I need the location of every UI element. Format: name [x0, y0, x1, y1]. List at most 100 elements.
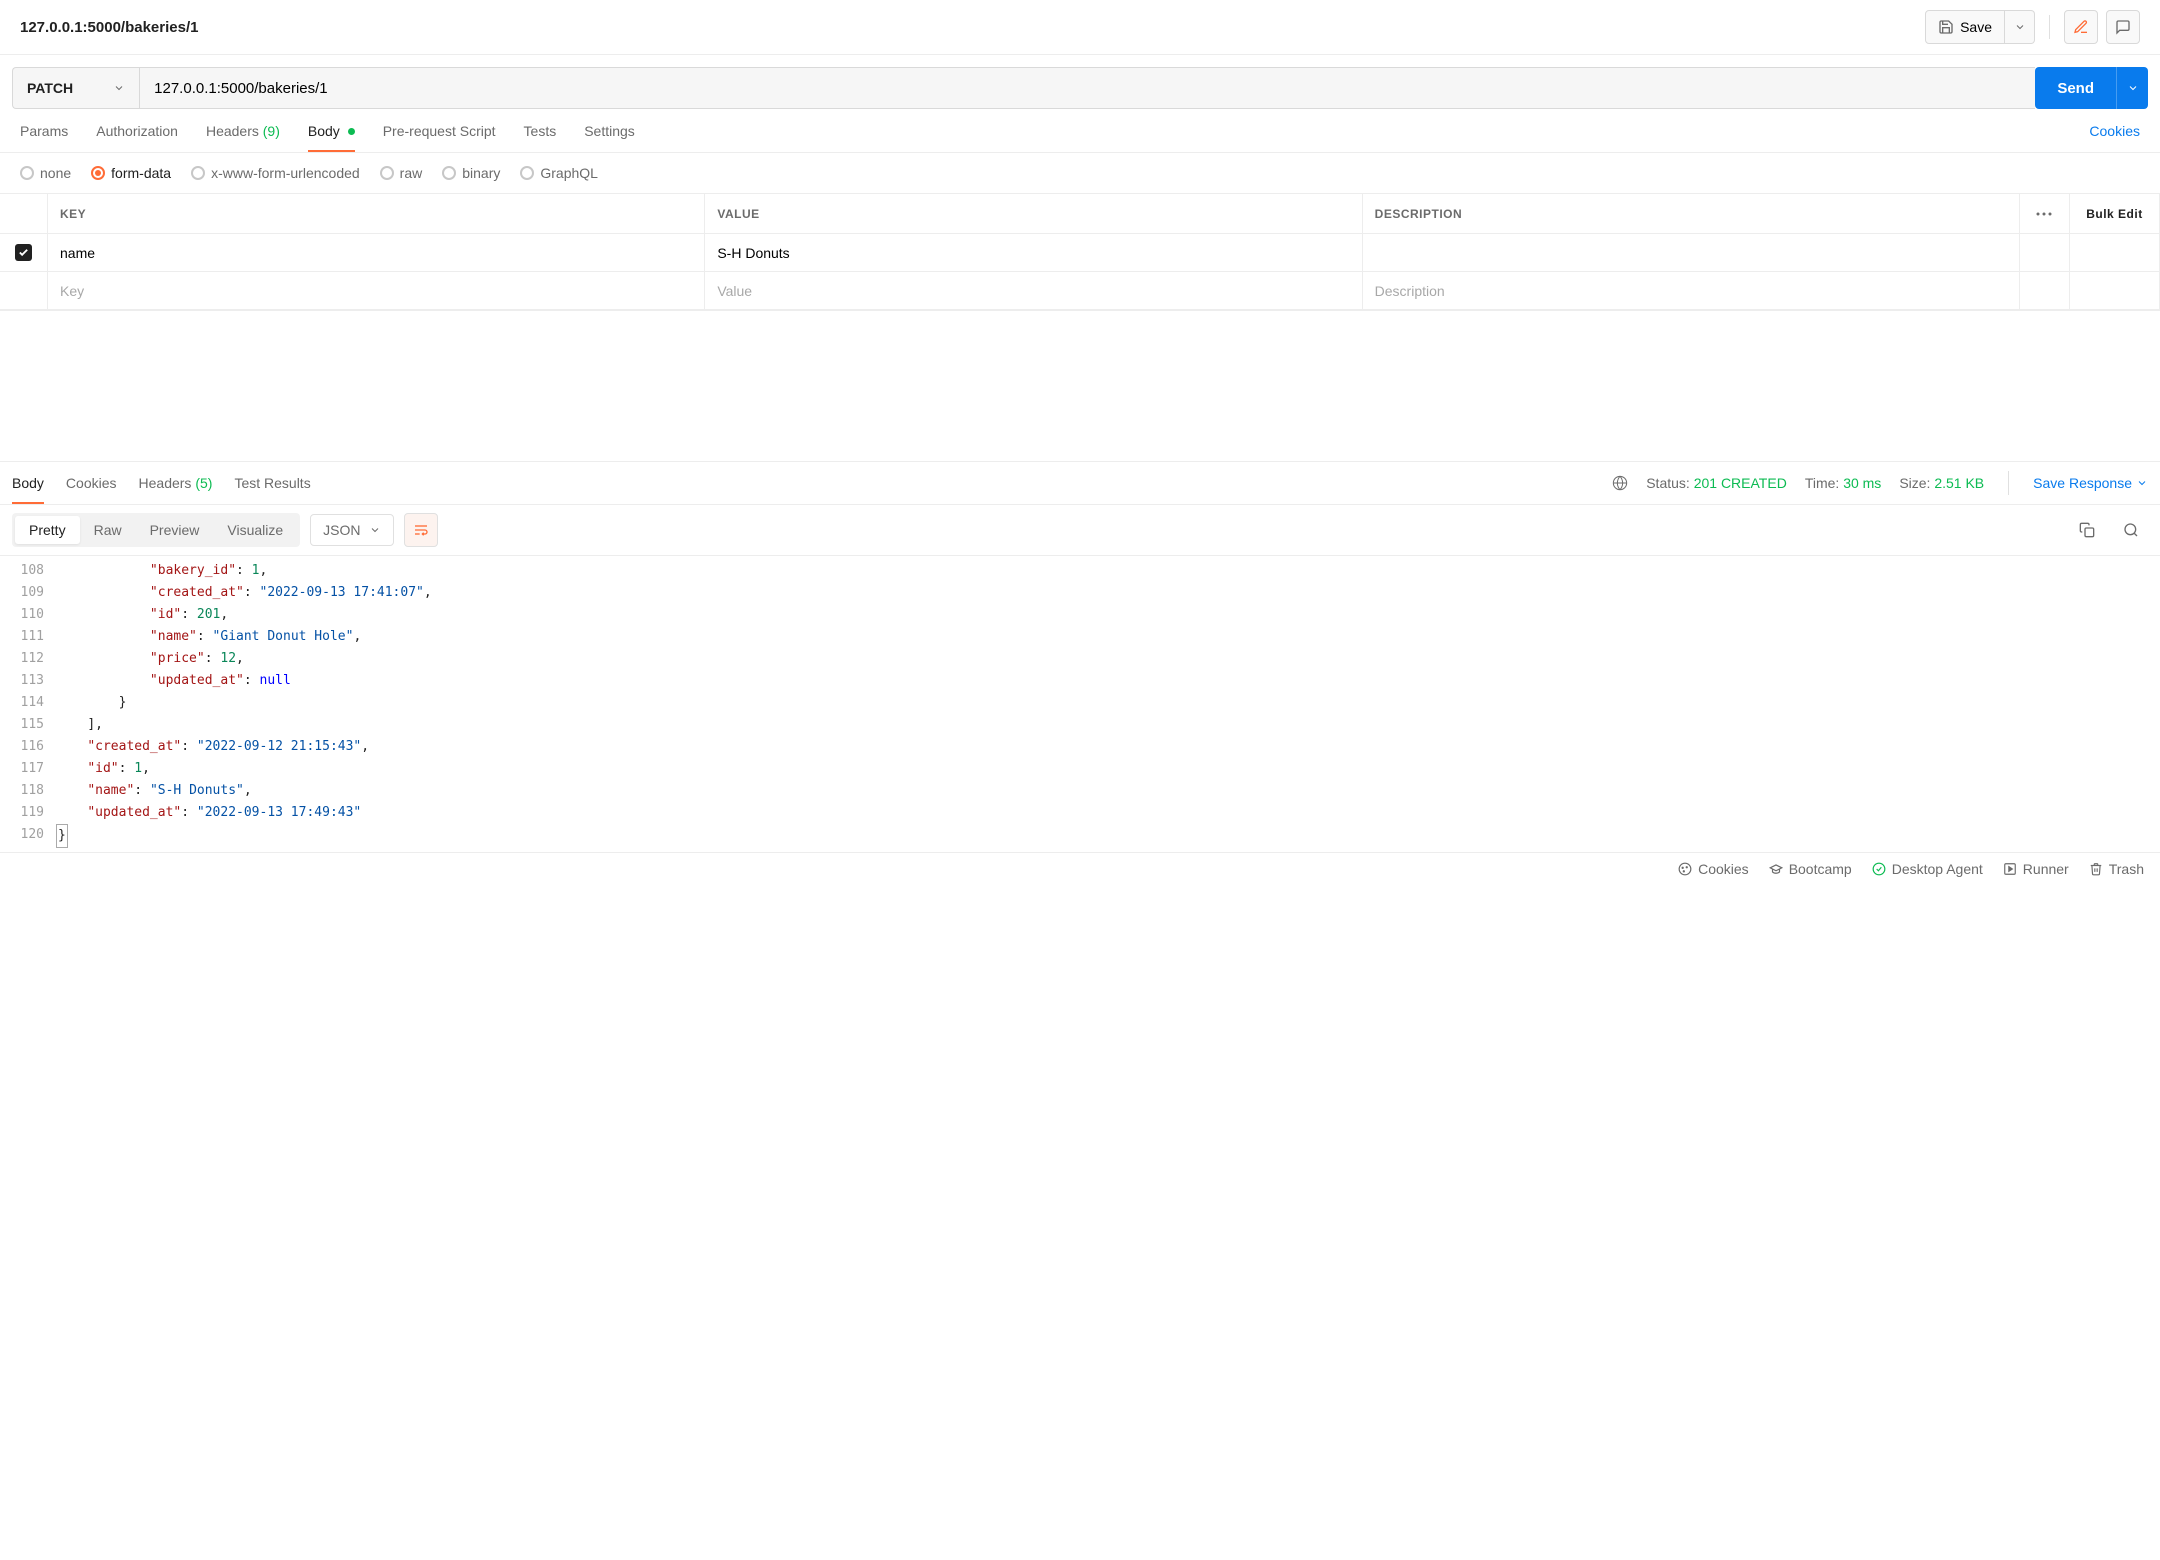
view-preview[interactable]: Preview	[136, 516, 214, 544]
response-body[interactable]: 108 "bakery_id": 1,109 "created_at": "20…	[0, 556, 2160, 852]
view-raw[interactable]: Raw	[80, 516, 136, 544]
code-line: 109 "created_at": "2022-09-13 17:41:07",	[0, 582, 2160, 604]
save-response[interactable]: Save Response	[2033, 475, 2148, 491]
row-checkbox[interactable]	[15, 244, 32, 261]
response-view-row: Pretty Raw Preview Visualize JSON	[0, 505, 2160, 556]
request-tabs: Params Authorization Headers (9) Body Pr…	[0, 109, 2160, 153]
view-pretty[interactable]: Pretty	[15, 516, 80, 544]
chevron-down-icon	[369, 524, 381, 536]
search-icon	[2123, 522, 2139, 538]
radio-raw[interactable]: raw	[380, 165, 423, 181]
footer-trash[interactable]: Trash	[2089, 861, 2144, 877]
desc-input[interactable]	[1375, 245, 2007, 261]
code-line: 117 "id": 1,	[0, 758, 2160, 780]
save-button-group: Save	[1925, 10, 2035, 44]
save-button[interactable]: Save	[1925, 10, 2005, 44]
code-line: 115 ],	[0, 714, 2160, 736]
tab-prerequest[interactable]: Pre-request Script	[383, 111, 496, 151]
tab-tests[interactable]: Tests	[524, 111, 557, 151]
value-input-empty[interactable]	[717, 283, 1349, 299]
cookie-icon	[1678, 862, 1692, 876]
tab-authorization[interactable]: Authorization	[96, 111, 178, 151]
comment-icon	[2115, 19, 2131, 35]
tab-body-label: Body	[308, 123, 340, 139]
tab-body[interactable]: Body	[308, 111, 355, 151]
save-label: Save	[1960, 19, 1992, 35]
desc-input-empty[interactable]	[1375, 283, 2007, 299]
send-button[interactable]: Send	[2035, 67, 2116, 109]
footer-cookies[interactable]: Cookies	[1678, 861, 1749, 877]
table-row-empty	[0, 272, 2160, 310]
value-input[interactable]	[717, 245, 1349, 261]
graduation-icon	[1769, 862, 1783, 876]
code-line: 111 "name": "Giant Donut Hole",	[0, 626, 2160, 648]
code-line: 114 }	[0, 692, 2160, 714]
globe-icon[interactable]	[1612, 475, 1628, 491]
top-bar: 127.0.0.1:5000/bakeries/1 Save	[0, 0, 2160, 55]
code-line: 113 "updated_at": null	[0, 670, 2160, 692]
tab-params[interactable]: Params	[20, 111, 68, 151]
tab-headers[interactable]: Headers (9)	[206, 111, 280, 151]
more-columns[interactable]	[2020, 194, 2070, 233]
footer-runner[interactable]: Runner	[2003, 861, 2069, 877]
url-input[interactable]	[139, 67, 2035, 109]
bulk-edit[interactable]: Bulk Edit	[2070, 194, 2160, 233]
code-line: 110 "id": 201,	[0, 604, 2160, 626]
col-key: KEY	[48, 194, 705, 233]
key-input-empty[interactable]	[60, 283, 692, 299]
radio-urlencoded[interactable]: x-www-form-urlencoded	[191, 165, 360, 181]
table-row	[0, 234, 2160, 272]
resp-tab-cookies[interactable]: Cookies	[66, 463, 117, 503]
time: Time: 30 ms	[1805, 475, 1882, 491]
divider	[2049, 15, 2050, 39]
wrap-icon	[413, 522, 429, 538]
radio-binary[interactable]: binary	[442, 165, 500, 181]
trash-icon	[2089, 862, 2103, 876]
footer-bootcamp[interactable]: Bootcamp	[1769, 861, 1852, 877]
footer-desktop-agent[interactable]: Desktop Agent	[1872, 861, 1983, 877]
copy-icon	[2079, 522, 2095, 538]
top-bar-actions: Save	[1925, 10, 2140, 44]
save-dropdown[interactable]	[2005, 10, 2035, 44]
resp-tab-headers[interactable]: Headers (5)	[139, 463, 213, 503]
check-icon	[18, 247, 29, 258]
code-line: 108 "bakery_id": 1,	[0, 560, 2160, 582]
radio-none[interactable]: none	[20, 165, 71, 181]
tab-settings[interactable]: Settings	[584, 111, 635, 151]
code-line: 120}	[0, 824, 2160, 848]
method-select[interactable]: PATCH	[12, 67, 139, 109]
request-row: PATCH Send	[0, 55, 2160, 109]
col-value: VALUE	[705, 194, 1362, 233]
code-line: 116 "created_at": "2022-09-12 21:15:43",	[0, 736, 2160, 758]
cookies-link[interactable]: Cookies	[2089, 123, 2140, 139]
radio-icon	[91, 166, 105, 180]
comment-button[interactable]	[2106, 10, 2140, 44]
code-line: 112 "price": 12,	[0, 648, 2160, 670]
radio-graphql[interactable]: GraphQL	[520, 165, 598, 181]
chevron-down-icon	[113, 82, 125, 94]
key-input[interactable]	[60, 245, 692, 261]
code-line: 118 "name": "S-H Donuts",	[0, 780, 2160, 802]
resp-tab-test-results[interactable]: Test Results	[234, 463, 310, 503]
chevron-down-icon	[2014, 21, 2026, 33]
wrap-lines-button[interactable]	[404, 513, 438, 547]
view-visualize[interactable]: Visualize	[213, 516, 297, 544]
status-bar: Cookies Bootcamp Desktop Agent Runner Tr…	[0, 852, 2160, 885]
chevron-down-icon	[2127, 82, 2139, 94]
col-desc: DESCRIPTION	[1363, 194, 2020, 233]
search-response-button[interactable]	[2114, 513, 2148, 547]
dots-icon	[2036, 212, 2052, 216]
save-icon	[1938, 19, 1954, 35]
headers-count: (9)	[263, 123, 280, 139]
play-icon	[2003, 862, 2017, 876]
body-modified-dot	[348, 128, 355, 135]
radio-form-data[interactable]: form-data	[91, 165, 171, 181]
check-circle-icon	[1872, 862, 1886, 876]
edit-button[interactable]	[2064, 10, 2098, 44]
copy-button[interactable]	[2070, 513, 2104, 547]
resp-tab-body[interactable]: Body	[12, 463, 44, 503]
size: Size: 2.51 KB	[1899, 475, 1984, 491]
radio-icon	[20, 166, 34, 180]
send-dropdown[interactable]	[2116, 67, 2148, 109]
format-select[interactable]: JSON	[310, 514, 393, 546]
